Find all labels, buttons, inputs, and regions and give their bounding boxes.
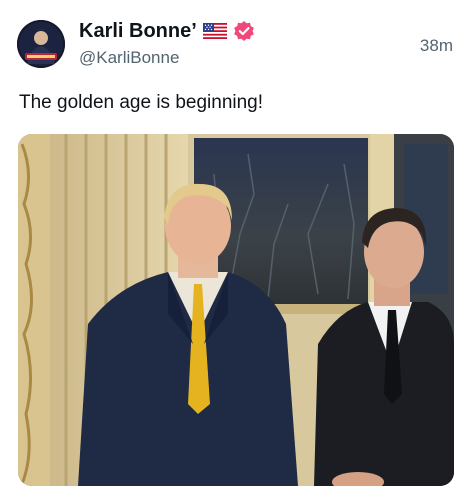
post-text: The golden age is beginning! <box>19 92 264 113</box>
post-card[interactable]: Karli Bonne’ @KarliBonne 38m The golden … <box>0 0 472 500</box>
author-display-name[interactable]: Karli Bonne’ <box>79 20 197 43</box>
avatar-image <box>17 20 65 68</box>
author-name-row[interactable]: Karli Bonne’ <box>79 18 255 44</box>
verified-badge-icon <box>233 20 255 42</box>
post-media[interactable] <box>18 134 454 486</box>
post-timestamp[interactable]: 38m <box>420 36 453 56</box>
avatar[interactable] <box>17 20 65 68</box>
us-flag-icon <box>202 23 227 39</box>
author-handle[interactable]: @KarliBonne <box>79 48 179 68</box>
video-thumbnail-image <box>18 134 454 486</box>
